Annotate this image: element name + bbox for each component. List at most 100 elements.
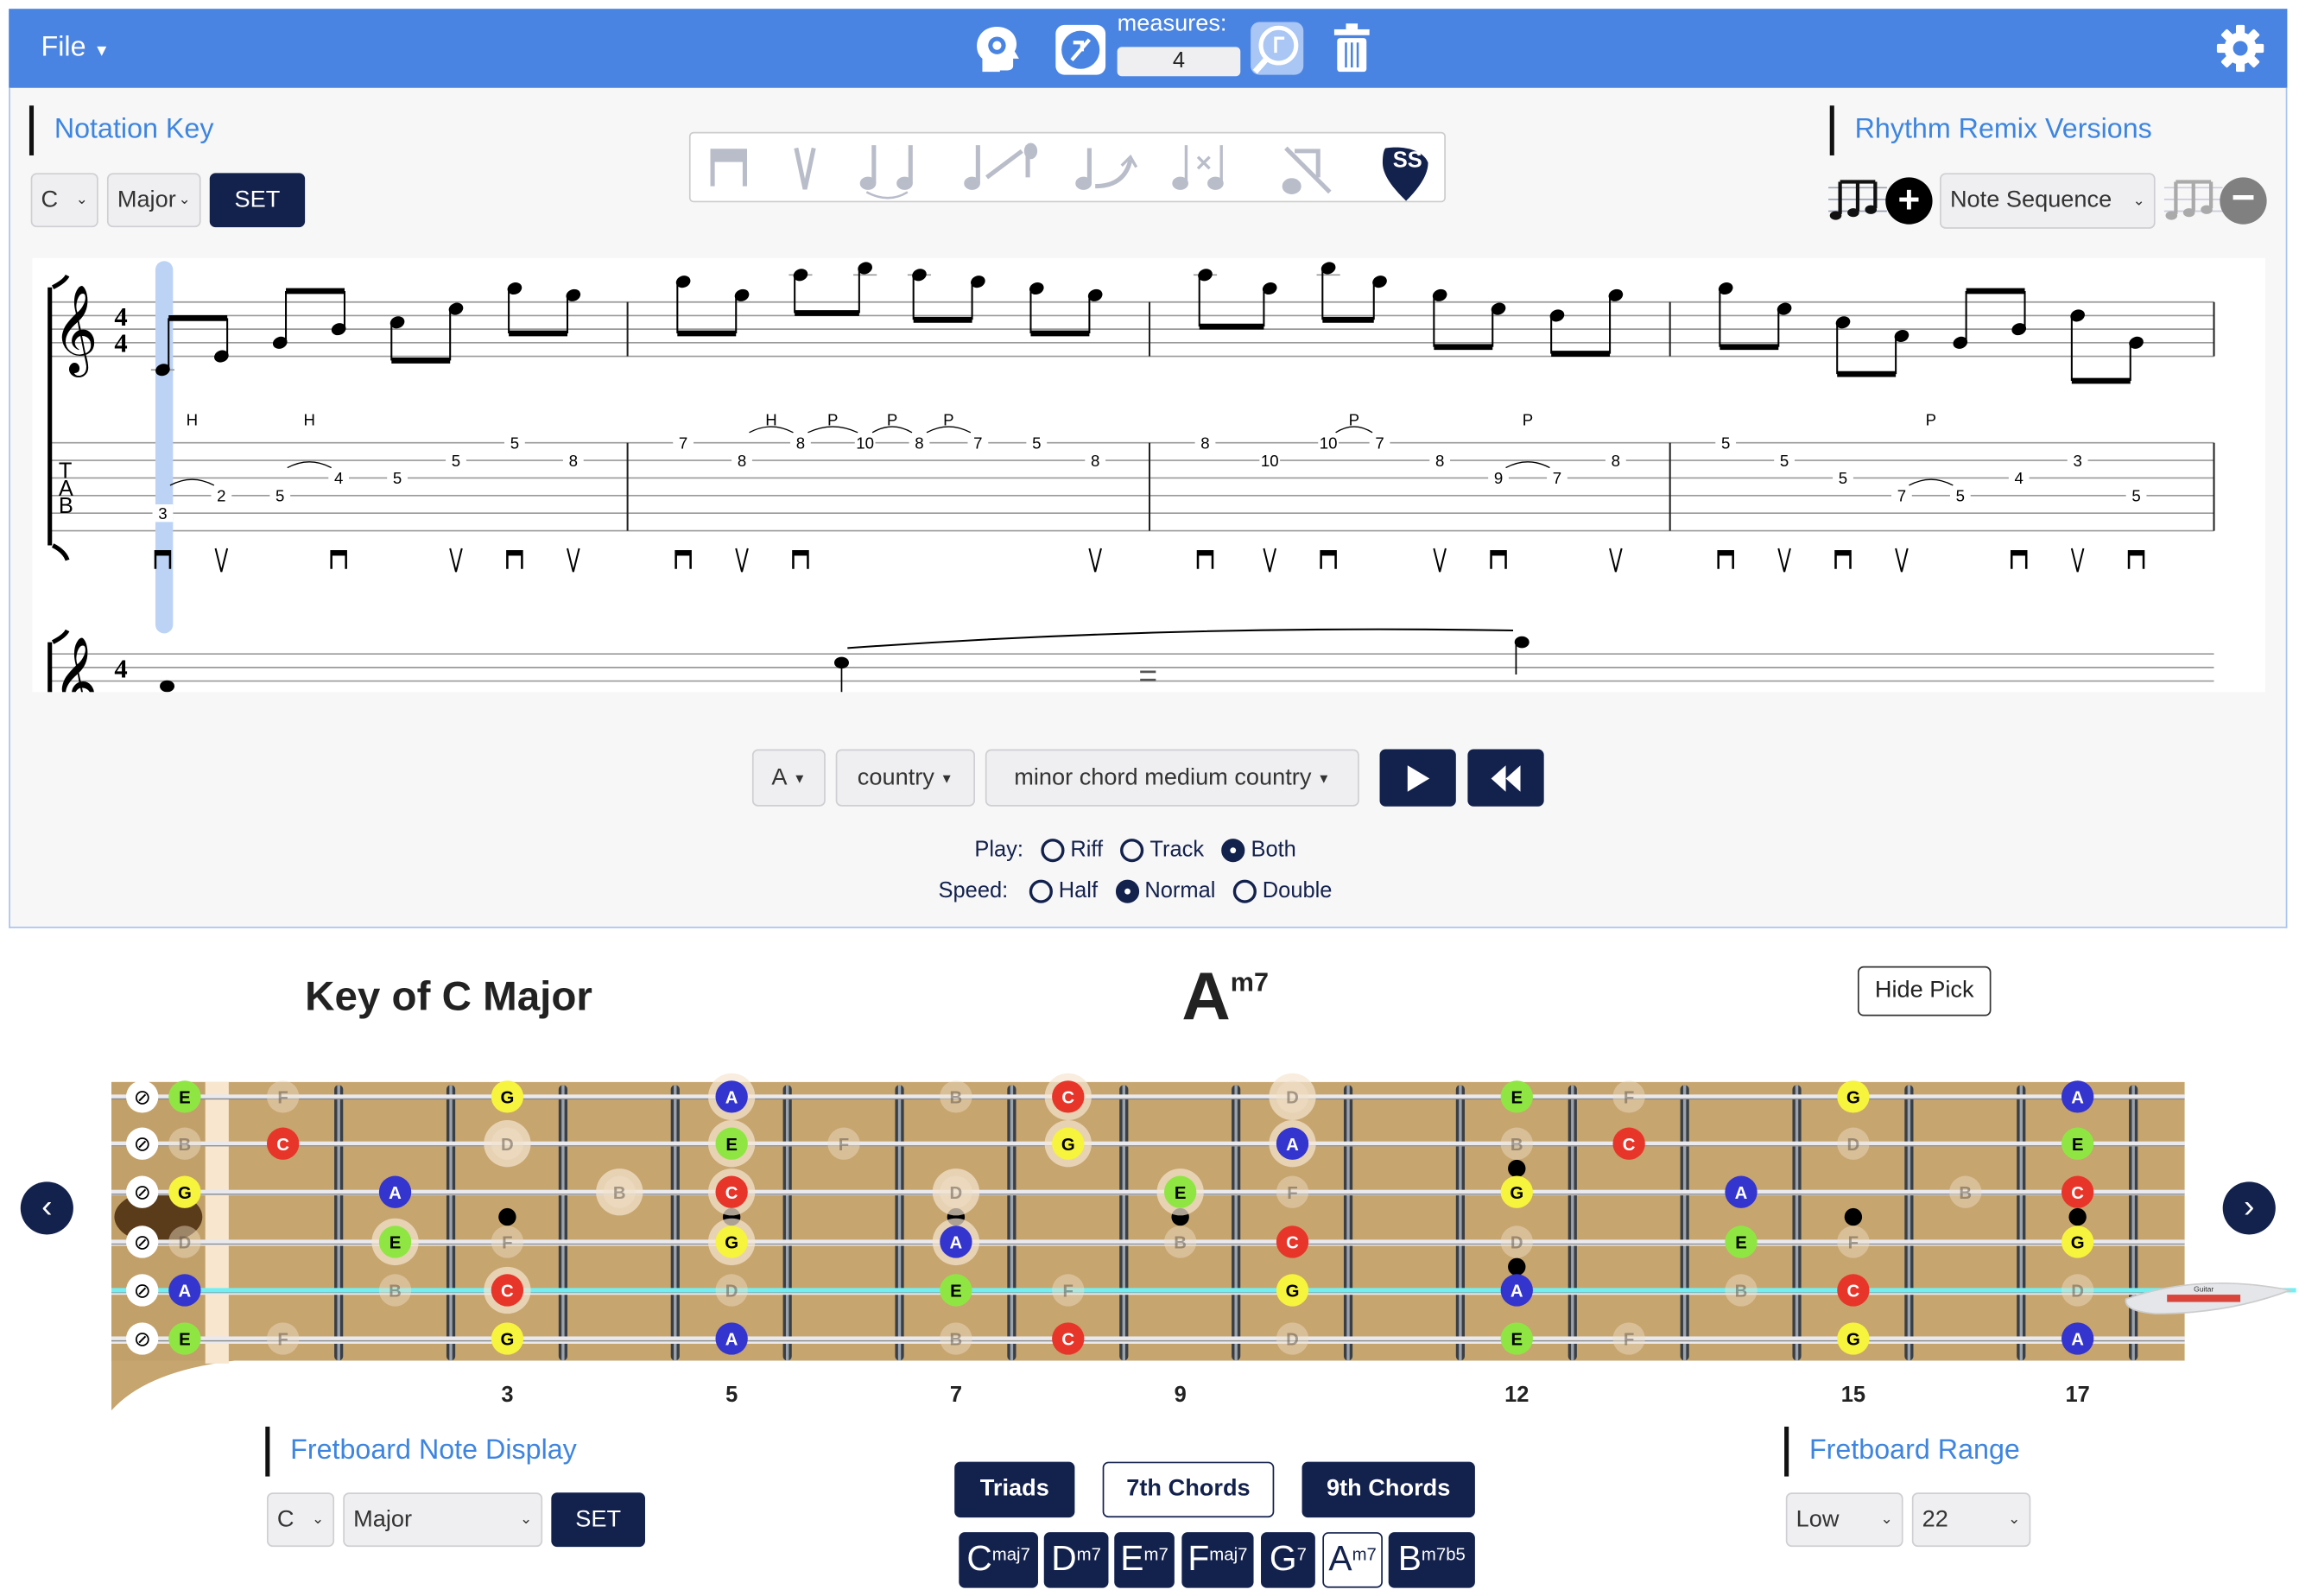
speed-radio-normal[interactable]: Normal (1115, 878, 1215, 903)
downstroke-icon[interactable] (710, 149, 747, 187)
chord-type-7th-chords[interactable]: 7th Chords (1102, 1461, 1275, 1518)
fret-note-label: E (1175, 1184, 1187, 1203)
scale-value: Major (117, 187, 176, 212)
upstroke-mark (1433, 548, 1447, 573)
speed-radio-half[interactable]: Half (1029, 878, 1098, 903)
play-radio-track[interactable]: Track (1120, 837, 1204, 862)
speed-radio-double[interactable]: Double (1232, 877, 1333, 903)
downstroke-mark-top (2011, 551, 2027, 556)
fret-number: 3 (501, 1383, 513, 1407)
fret-note-label: E (179, 1331, 191, 1350)
tab-number: 8 (796, 434, 805, 452)
chord-quality: m7 (1143, 1543, 1168, 1565)
track-dropdown[interactable]: minor chord medium country ▼ (985, 749, 1359, 807)
fret-note-label: D (1286, 1089, 1299, 1108)
trash-icon[interactable] (1332, 23, 1373, 73)
fret-note-label: F (277, 1331, 288, 1350)
minus-circle-icon[interactable]: − (2220, 177, 2267, 225)
measures-input[interactable]: 4 (1117, 47, 1241, 77)
tie-icon[interactable] (859, 145, 913, 200)
score-area[interactable]: 𝄞 4 4 T A B 3 2 5 4 5 5 5 8 7 8 8 10 8 7 5 8 8 10 10 7 8 9 7 8 5 5 5 7 5 4 3… (32, 257, 2265, 693)
rest-erase-icon[interactable] (1282, 146, 1332, 194)
rhythm-version-select[interactable]: Note Sequence ⌄ (1940, 173, 2156, 229)
caret-down-icon: ▼ (93, 42, 110, 60)
chord-quality: m7b5 (1421, 1543, 1466, 1565)
fret-note-label: B (613, 1184, 626, 1203)
fret-number: 15 (1841, 1383, 1865, 1407)
range-low-select[interactable]: Low ⌄ (1785, 1492, 1903, 1548)
chord-type-triads[interactable]: Triads (954, 1461, 1075, 1518)
range-high-select[interactable]: 22 ⌄ (1911, 1492, 2031, 1548)
chord-root: A (1328, 1539, 1352, 1580)
radio-circle (1232, 878, 1257, 902)
note-display-key-select[interactable]: C ⌄ (266, 1492, 335, 1548)
chord-button-cmaj7[interactable]: Cmaj7 (959, 1532, 1038, 1588)
brain-gear-icon[interactable] (971, 22, 1023, 74)
playback-key-dropdown[interactable]: A ▼ (751, 749, 826, 807)
technique-label: H (765, 410, 776, 428)
fret-note-label: G (725, 1234, 738, 1253)
fret-note-label: A (725, 1089, 738, 1108)
fret-note-label: G (500, 1331, 514, 1350)
time-signature-top: 4 (114, 654, 127, 683)
file-menu[interactable]: File ▼ (41, 32, 110, 64)
fretboard-prev-button[interactable]: ‹ (20, 1181, 73, 1235)
tab-number: 3 (158, 504, 167, 522)
fret-note-label: C (725, 1184, 738, 1203)
fret-wire-shine (1346, 1085, 1350, 1361)
inlay-dot (1844, 1207, 1863, 1226)
music-magnify-icon[interactable] (1249, 21, 1305, 77)
chord-type-9th-chords[interactable]: 9th Chords (1302, 1461, 1475, 1518)
play-radio-both[interactable]: Both (1221, 837, 1296, 862)
rewind-button[interactable] (1467, 749, 1544, 807)
fret-note-label: A (2071, 1089, 2084, 1108)
upstroke-icon[interactable] (794, 147, 816, 190)
fret-note-label: C (1286, 1234, 1299, 1253)
chord-quality: 7 (1296, 1543, 1307, 1565)
fret-note-label: E (390, 1234, 402, 1253)
technique-label: P (1926, 410, 1936, 428)
notation-key-select[interactable]: C ⌄ (30, 173, 98, 228)
file-menu-label: File (41, 32, 86, 64)
speed-group: Speed: Half Normal Double (939, 878, 1408, 903)
play-button[interactable] (1379, 749, 1456, 807)
radio-circle (1041, 838, 1065, 862)
chord-button-bm7b5[interactable]: Bm7b5 (1388, 1532, 1475, 1588)
inlay-dot (2068, 1207, 2087, 1226)
fret-note-label: A (1510, 1282, 1523, 1302)
fret-note-label: A (389, 1184, 402, 1203)
play-mode-group: Play: Riff Track Both (939, 837, 1378, 862)
chord-button-em7[interactable]: Em7 (1114, 1532, 1175, 1588)
fret-wire-shine (449, 1085, 453, 1361)
notation-set-button[interactable]: SET (209, 173, 306, 228)
fretboard-svg: ⊘ E F G A B C D E F G A ⊘ B C D E F G A B C D E ⊘ G A B C D E F G A B C ⊘ D E F… (111, 1073, 2296, 1411)
fret-note-label: A (1286, 1136, 1299, 1155)
chord-button-fmaj7[interactable]: Fmaj7 (1181, 1532, 1254, 1588)
note-display-scale-select[interactable]: Major ⌄ (343, 1492, 543, 1548)
play-radio-riff[interactable]: Riff (1041, 837, 1103, 862)
notation-scale-select[interactable]: Major ⌄ (106, 173, 201, 228)
chord-button-dm7[interactable]: Dm7 (1043, 1532, 1109, 1588)
plus-circle-icon[interactable]: + (1885, 177, 1933, 225)
settings-gear-icon[interactable] (2215, 23, 2265, 73)
fretboard[interactable]: ⊘ E F G A B C D E F G A ⊘ B C D E F G A B C D E ⊘ G A B C D E F G A B C ⊘ D E F… (0, 1070, 2299, 1422)
note-display-set-button[interactable]: SET (551, 1492, 645, 1548)
chord-button-g7[interactable]: G7 (1261, 1532, 1315, 1588)
fret-note-label: C (501, 1282, 514, 1302)
fretboard-next-button[interactable]: › (2222, 1181, 2276, 1235)
chord-button-am7[interactable]: Am7 (1322, 1532, 1383, 1588)
range-high-value: 22 (1922, 1506, 1948, 1532)
slide-icon[interactable] (964, 142, 1038, 190)
genre-dropdown[interactable]: country ▼ (835, 749, 975, 807)
radio-circle (1115, 878, 1139, 902)
downstroke-mark-top (1491, 551, 1506, 556)
hide-pick-button[interactable]: Hide Pick (1857, 966, 1992, 1016)
speed-label: Speed: (938, 877, 1009, 903)
fret-note-label: E (950, 1282, 962, 1302)
bend-icon[interactable] (1075, 148, 1138, 190)
mute-icon[interactable] (1172, 145, 1224, 190)
chevron-down-icon: ⌄ (311, 1511, 325, 1529)
music-chart-icon[interactable] (1053, 22, 1109, 78)
upstroke-mark (567, 548, 580, 573)
radio-label: Double (1262, 877, 1333, 903)
